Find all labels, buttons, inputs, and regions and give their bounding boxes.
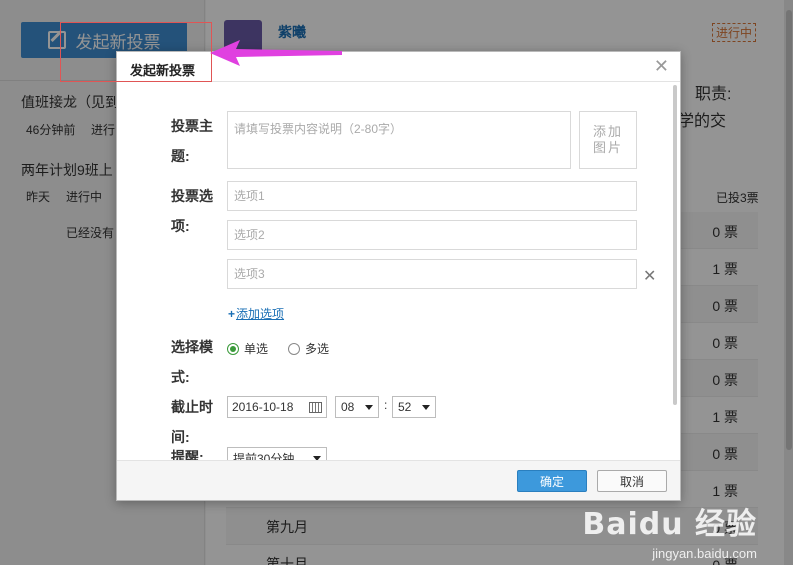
option-input-3[interactable]: [227, 259, 637, 289]
delete-option-icon[interactable]: ✕: [643, 266, 656, 286]
confirm-button[interactable]: 确定: [517, 470, 587, 492]
deadline-minute-select[interactable]: 52: [392, 396, 436, 418]
topic-input[interactable]: [227, 111, 571, 169]
plus-icon: +: [228, 307, 236, 321]
dialog-scrollbar[interactable]: [673, 85, 677, 405]
dropdown-arrow-icon: [365, 404, 373, 410]
watermark-url: jingyan.baidu.com: [652, 546, 757, 561]
radio-selected-icon[interactable]: [227, 342, 239, 355]
close-icon[interactable]: ✕: [654, 56, 669, 76]
radio-unselected-icon[interactable]: [288, 342, 300, 355]
options-label: 投票选 项:: [171, 188, 213, 234]
remind-label: 提醒:: [171, 449, 204, 461]
deadline-date-picker[interactable]: 2016-10-18: [227, 396, 327, 418]
calendar-icon[interactable]: [309, 401, 322, 413]
dialog-footer: 确定 取消: [117, 460, 680, 500]
mode-label: 选择模 式:: [171, 339, 213, 385]
dropdown-arrow-icon: [422, 404, 430, 410]
deadline-hour-select[interactable]: 08: [335, 396, 379, 418]
add-image-button[interactable]: 添加 图片: [579, 111, 637, 169]
dialog-body: 投票主题: 添加图片 投票选项: ✕ +添加选项 选择模式: 单选 多选 截止时…: [117, 83, 680, 461]
annotation-arrow-icon: [210, 40, 342, 66]
mode-multi-radio[interactable]: 多选: [288, 340, 329, 357]
option-input-1[interactable]: [227, 181, 637, 211]
cancel-button[interactable]: 取消: [597, 470, 667, 492]
mode-single-radio[interactable]: 单选: [227, 340, 268, 357]
time-separator: :: [384, 398, 388, 412]
remind-select[interactable]: 提前30分钟: [227, 447, 327, 461]
add-option-link[interactable]: +添加选项: [228, 305, 284, 322]
watermark-logo: Baidu 经验: [582, 507, 757, 542]
topic-label: 投票主 题:: [171, 118, 213, 164]
create-vote-dialog: 发起新投票 ✕ 投票主题: 添加图片 投票选项: ✕ +添加选项 选择模式: 单…: [116, 51, 681, 501]
option-input-2[interactable]: [227, 220, 637, 250]
annotation-highlight-box: [60, 22, 212, 82]
